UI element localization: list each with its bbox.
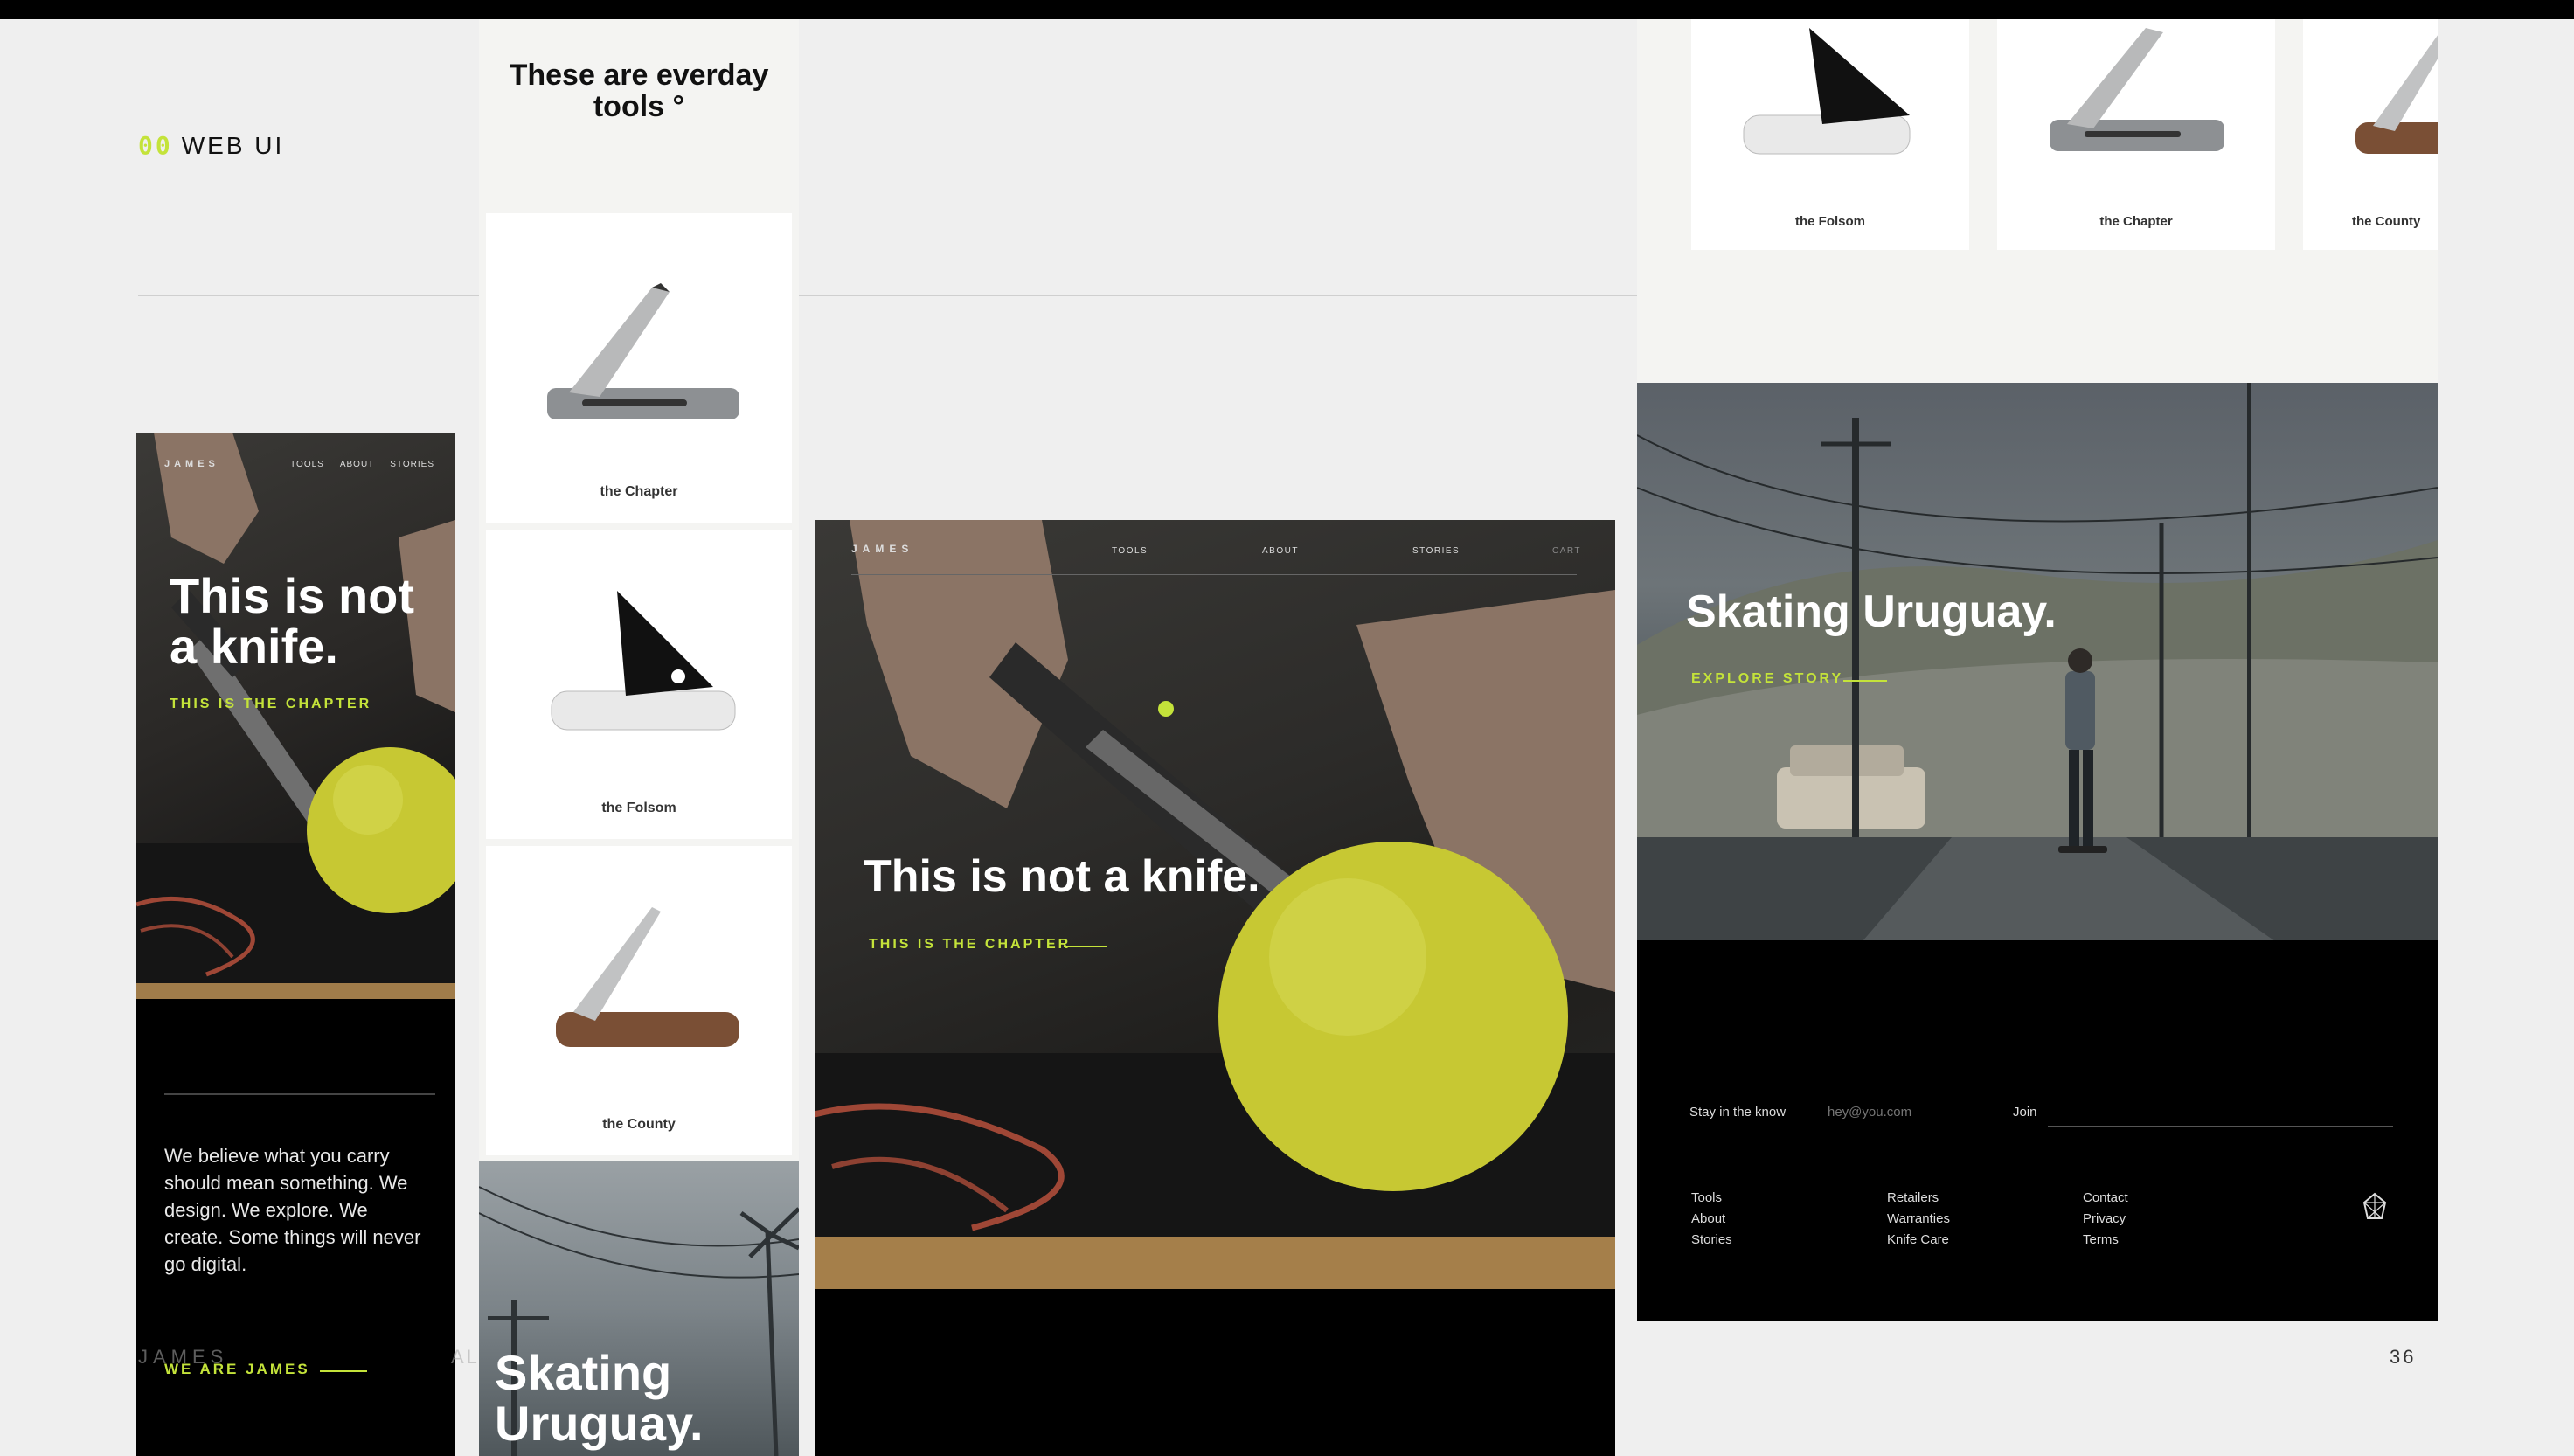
product-name: the Folsom — [601, 801, 676, 815]
section-number: 00 — [138, 131, 173, 160]
product-card-folsom[interactable]: the Folsom — [486, 530, 792, 839]
footer-col-1: Tools About Stories — [1691, 1190, 1732, 1248]
product-card-chapter[interactable]: the Chapter — [1997, 19, 2275, 250]
site-footer — [1637, 940, 2438, 1321]
knife-icon — [547, 283, 739, 419]
explore-story-link[interactable]: EXPLORE STORY — [1691, 671, 1843, 687]
newsletter-divider — [2048, 1126, 2393, 1127]
nav-about[interactable]: ABOUT — [1262, 546, 1299, 556]
section-label: 00 WEB UI — [138, 131, 284, 160]
nav-stories[interactable]: STORIES — [1412, 546, 1460, 556]
product-name: the Chapter — [2099, 214, 2173, 229]
footer-link-terms[interactable]: Terms — [2083, 1232, 2128, 1248]
product-name: the Chapter — [600, 484, 678, 499]
cta-underline — [320, 1370, 367, 1372]
knife-apple-photo — [815, 520, 1615, 1289]
knife-apple-photo — [136, 433, 455, 999]
mobile-nav: JAMES TOOLS ABOUT STORIES — [164, 459, 434, 469]
tools-title: These are everday tools ° — [509, 59, 769, 123]
product-name: the Folsom — [1794, 214, 1865, 229]
nav-about[interactable]: ABOUT — [340, 460, 374, 469]
hero-image: JAMES TOOLS ABOUT STORIES This is not a … — [136, 433, 455, 999]
footer-col-2: Retailers Warranties Knife Care — [1887, 1190, 1950, 1248]
explore-underline — [1843, 680, 1887, 682]
desktop-story-frame: the Folsom the Chapter the County Skatin… — [1637, 19, 2438, 1321]
product-card-chapter[interactable]: the Chapter — [486, 213, 792, 523]
product-card-county[interactable]: the County — [486, 846, 792, 1155]
desktop-nav: JAMES — [851, 543, 1575, 555]
footer-link-warranties[interactable]: Warranties — [1887, 1211, 1950, 1227]
mobile-tools-frame: These are everday tools ° the Chapter th… — [479, 19, 799, 1456]
product-name: the County — [602, 1117, 676, 1132]
section-divider — [138, 295, 1637, 296]
top-bar — [0, 0, 2574, 19]
knife-icon — [551, 591, 736, 731]
product-name: the County — [2352, 214, 2421, 229]
mission-text: We believe what you carry should mean so… — [164, 1145, 421, 1275]
nav-tools[interactable]: TOOLS — [1112, 546, 1148, 556]
footer-link-privacy[interactable]: Privacy — [2083, 1211, 2128, 1227]
nav-stories[interactable]: STORIES — [390, 460, 434, 469]
footer-link-retailers[interactable]: Retailers — [1887, 1190, 1950, 1206]
hero-headline: This is not a knife. — [864, 851, 1260, 902]
hero-kicker-link[interactable]: THIS IS THE CHAPTER — [170, 697, 371, 712]
desktop-home-frame: JAMES TOOLS ABOUT STORIES CART This is n… — [815, 520, 1615, 1456]
hero-headline: This is not a knife. — [170, 568, 414, 674]
product-card-folsom[interactable]: the Folsom — [1691, 19, 1969, 250]
footer-link-stories[interactable]: Stories — [1691, 1232, 1732, 1248]
ghost-brand-text: JAMES — [138, 1346, 229, 1368]
footer-link-knife-care[interactable]: Knife Care — [1887, 1232, 1950, 1248]
story-title[interactable]: Skating Uruguay. — [495, 1348, 799, 1449]
brand-logo[interactable]: JAMES — [164, 459, 219, 469]
nav-divider — [851, 574, 1577, 575]
hero-kicker-link[interactable]: THIS IS THE CHAPTER — [869, 937, 1071, 953]
ghost-text: AL — [451, 1346, 480, 1368]
page-number: 36 — [2390, 1346, 2417, 1368]
newsletter-label: Stay in the know — [1689, 1105, 1787, 1120]
section-title: WEB UI — [181, 132, 285, 159]
newsletter-join-button[interactable]: Join — [2013, 1105, 2037, 1120]
footer-link-tools[interactable]: Tools — [1691, 1190, 1732, 1206]
nav-cart[interactable]: CART — [1552, 546, 1581, 556]
content-divider — [164, 1093, 435, 1095]
knife-icon — [556, 907, 739, 1047]
story-title: Skating Uruguay. — [1686, 586, 2057, 637]
footer-link-about[interactable]: About — [1691, 1211, 1732, 1227]
newsletter-email-input[interactable] — [1828, 1105, 1985, 1120]
hero-image: JAMES TOOLS ABOUT STORIES CART This is n… — [815, 520, 1615, 1289]
product-card-county[interactable]: the County — [2303, 19, 2438, 250]
brand-logo[interactable]: JAMES — [851, 543, 913, 555]
footer-col-3: Contact Privacy Terms — [2083, 1190, 2128, 1248]
footer-link-contact[interactable]: Contact — [2083, 1190, 2128, 1206]
nav-tools[interactable]: TOOLS — [290, 460, 324, 469]
kicker-underline — [1064, 946, 1107, 947]
mobile-home-frame: JAMES TOOLS ABOUT STORIES This is not a … — [136, 433, 455, 1456]
compass-logo-icon[interactable] — [2362, 1192, 2387, 1222]
